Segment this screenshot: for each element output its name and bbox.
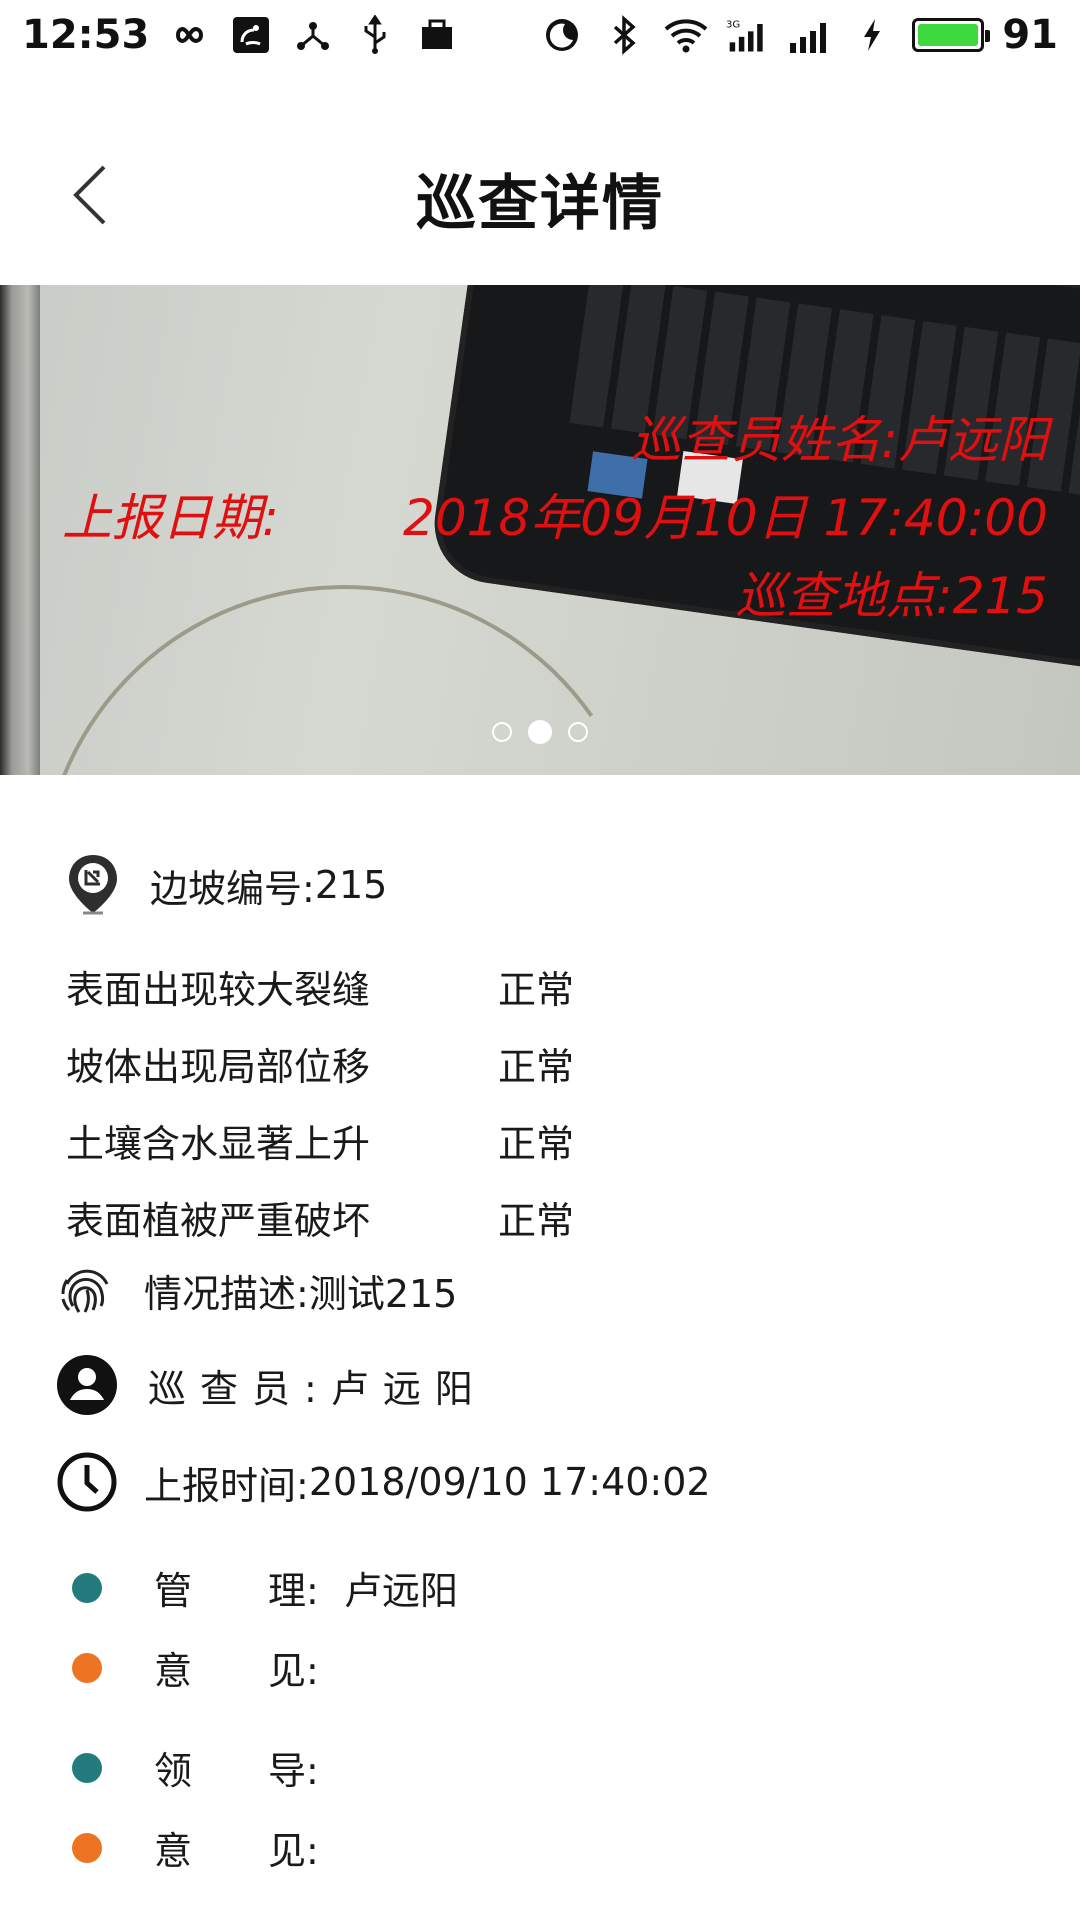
leader-label: 领 导:	[154, 1749, 319, 1793]
check-status: 正常	[498, 1122, 575, 1166]
leader-opinion-row: 意 见:	[72, 1820, 344, 1875]
slope-number-row: 边坡编号: 215	[58, 850, 387, 920]
title-bar: 巡查详情	[0, 100, 1080, 285]
battery-level: 91	[1002, 12, 1058, 58]
inspector-label: 巡查员:	[148, 1366, 331, 1411]
manager-label: 管 理:	[154, 1569, 319, 1613]
status-time: 12:53	[22, 12, 150, 58]
watermark-date-label: 上报日期:	[62, 489, 279, 547]
report-time-value: 2018/09/10 17:40:02	[308, 1460, 711, 1504]
description-row: 情况描述: 测试215	[52, 1255, 457, 1325]
watermark-date: 2018年09月10日 17:40:00	[403, 489, 1048, 547]
clock-icon	[52, 1447, 122, 1517]
bullet-teal	[72, 1572, 102, 1603]
manager-row: 管 理: 卢远阳	[72, 1560, 458, 1615]
leader-row: 领 导:	[72, 1740, 344, 1795]
uc-browser-icon	[229, 15, 273, 55]
inspector-value: 卢远阳	[330, 1366, 487, 1411]
check-label: 表面植被严重破坏	[66, 1199, 371, 1243]
watermark-inspector: 巡查员姓名:卢远阳	[631, 411, 1048, 469]
battery-icon	[912, 18, 991, 52]
user-icon	[52, 1350, 122, 1420]
bullet-orange	[72, 1652, 102, 1683]
slope-number-value: 215	[314, 863, 388, 907]
page-title: 巡查详情	[416, 169, 664, 239]
svg-text:3G: 3G	[726, 20, 740, 31]
check-status: 正常	[498, 1045, 575, 1089]
carousel-dot[interactable]	[568, 722, 588, 742]
check-label: 坡体出现局部位移	[66, 1045, 371, 1089]
description-label: 情况描述:	[144, 1271, 309, 1316]
inspector-row: 巡查员: 卢远阳	[52, 1350, 487, 1420]
report-time-label: 上报时间:	[144, 1463, 309, 1508]
carousel-dot[interactable]	[492, 722, 512, 742]
check-label: 土壤含水显著上升	[66, 1122, 371, 1166]
carousel-dot-active[interactable]	[528, 720, 552, 744]
fingerprint-icon	[52, 1255, 122, 1325]
description-value: 测试215	[308, 1271, 458, 1316]
signal-3g-icon: 3G	[726, 15, 770, 55]
status-bar-right: 3G 91	[540, 12, 1058, 58]
check-status: 正常	[498, 1199, 575, 1243]
status-bar-left: 12:53	[22, 12, 459, 58]
carousel-indicator	[0, 720, 1080, 744]
check-row-cracks: 表面出现较大裂缝 正常	[66, 959, 574, 1014]
manager-opinion-label: 意 见:	[154, 1649, 319, 1693]
do-not-disturb-icon	[540, 15, 584, 55]
infinity-icon	[167, 15, 211, 55]
photo-edge-strip	[0, 285, 40, 775]
check-row-vegetation: 表面植被严重破坏 正常	[66, 1190, 574, 1245]
signal-icon	[788, 15, 832, 55]
manager-opinion-row: 意 见:	[72, 1640, 344, 1695]
bullet-teal	[72, 1752, 102, 1783]
manager-value: 卢远阳	[344, 1569, 459, 1613]
charging-icon	[850, 15, 894, 55]
status-bar: 12:53 3G 91	[0, 0, 1080, 70]
wifi-icon	[664, 15, 708, 55]
slope-number-label: 边坡编号:	[150, 866, 315, 911]
bluetooth-icon	[602, 15, 646, 55]
report-time-row: 上报时间: 2018/09/10 17:40:02	[52, 1447, 711, 1517]
share-icon	[291, 15, 335, 55]
usb-icon	[353, 15, 397, 55]
check-row-displacement: 坡体出现局部位移 正常	[66, 1036, 574, 1091]
check-status: 正常	[498, 968, 575, 1012]
watermark-place: 巡查地点:215	[735, 567, 1048, 625]
bullet-orange	[72, 1832, 102, 1863]
check-label: 表面出现较大裂缝	[66, 968, 371, 1012]
leader-opinion-label: 意 见:	[154, 1829, 319, 1873]
location-pin-icon	[58, 850, 128, 920]
check-row-moisture: 土壤含水显著上升 正常	[66, 1113, 574, 1168]
briefcase-icon	[415, 15, 459, 55]
